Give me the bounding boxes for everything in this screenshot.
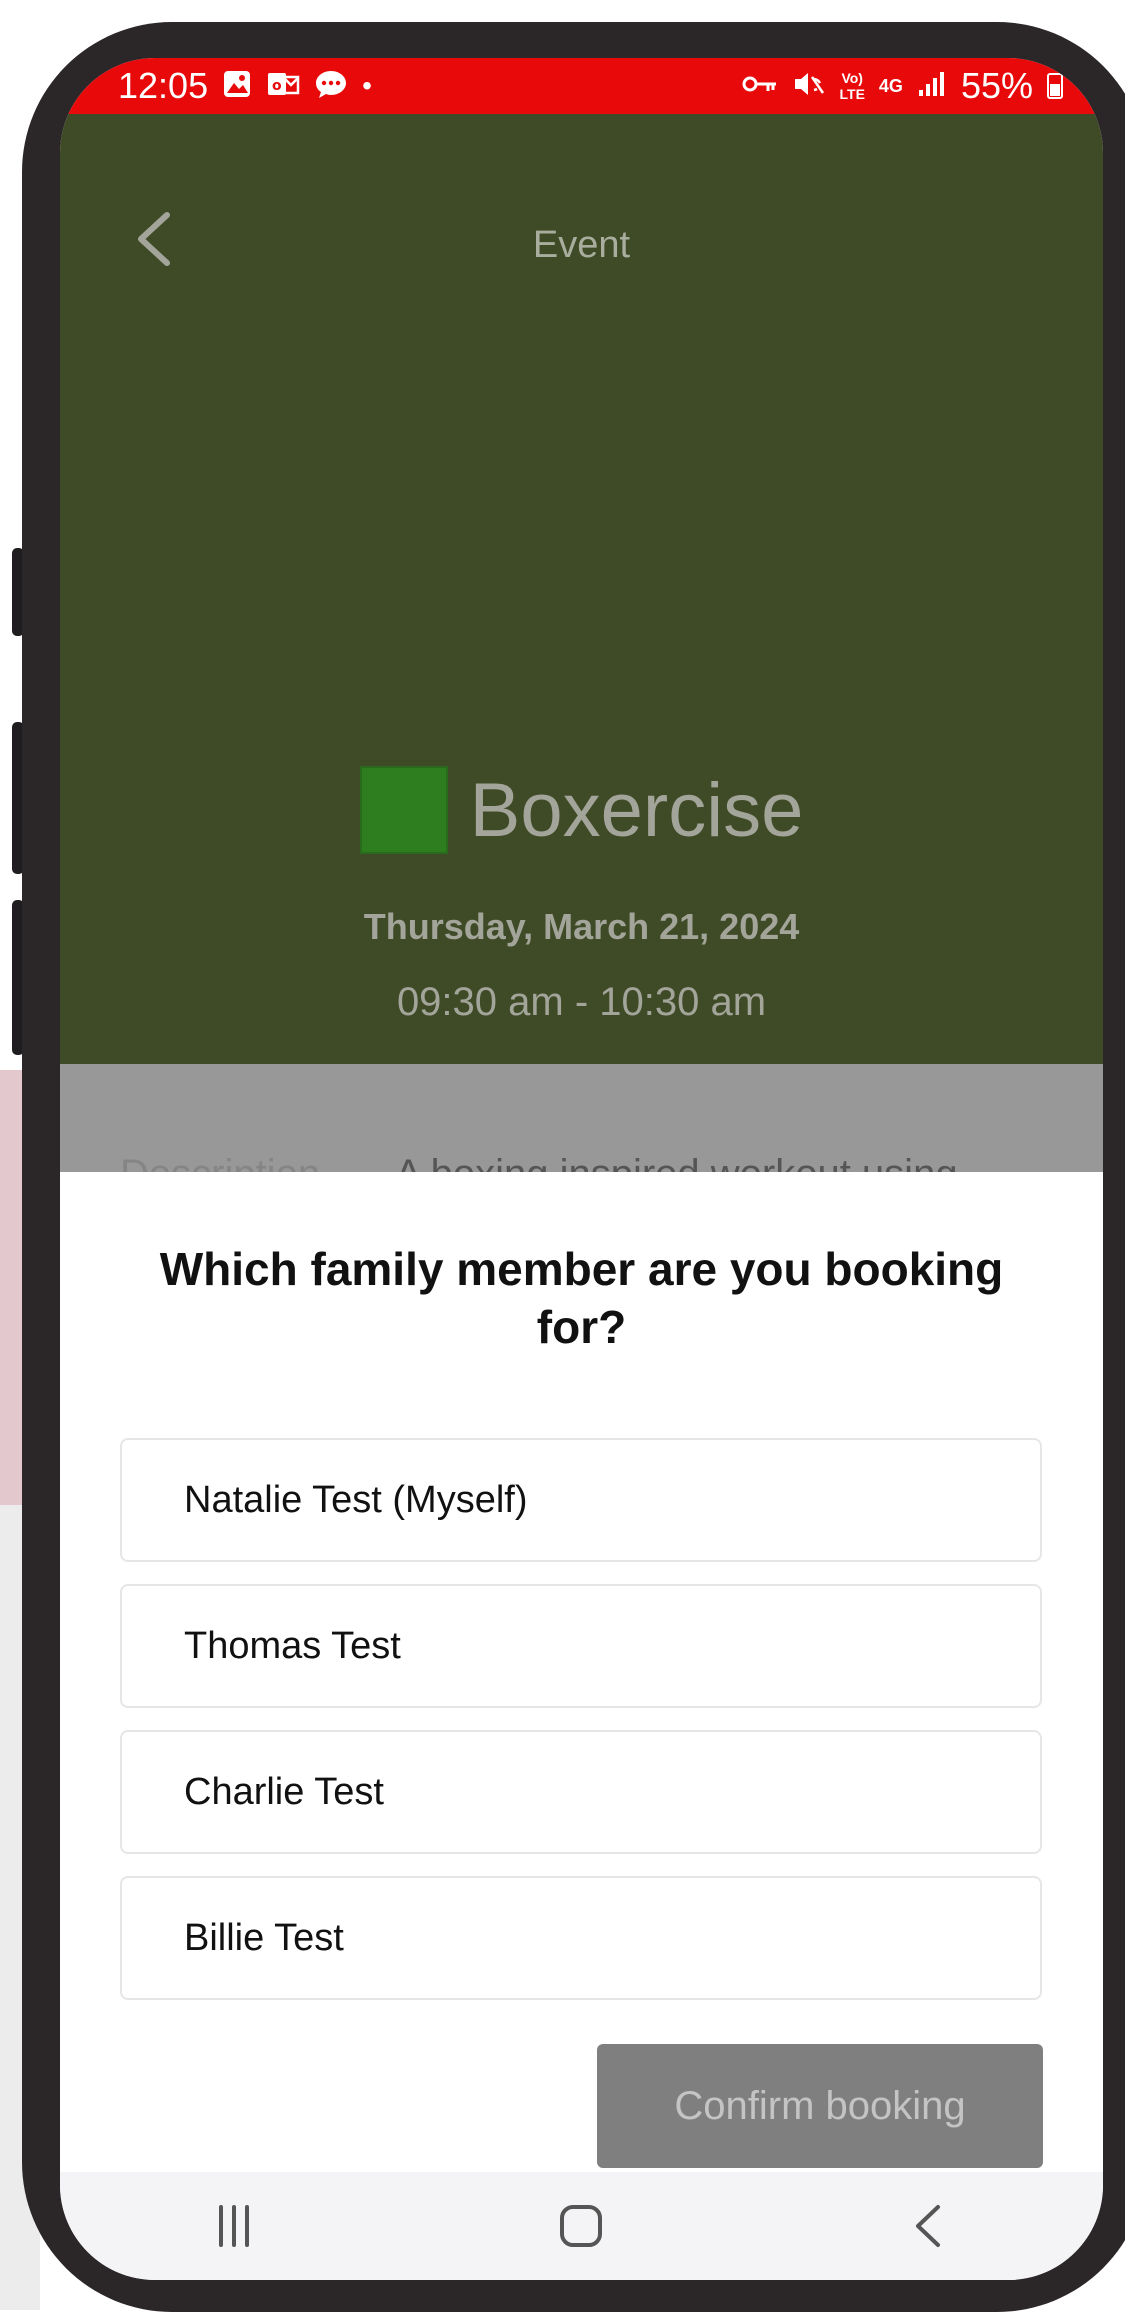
- phone-screen: 12:05 o • Vo) LTE 4G 55% Event Boxercise…: [60, 58, 1103, 2280]
- option-label: Thomas Test: [184, 1624, 401, 1667]
- nav-back-button[interactable]: [889, 2196, 969, 2256]
- svg-text:o: o: [272, 78, 282, 94]
- event-header: Event Boxercise Thursday, March 21, 2024…: [60, 114, 1103, 1064]
- description-section: Description A boxing inspired workout us…: [60, 1064, 1103, 1172]
- family-member-option[interactable]: Charlie Test: [120, 1730, 1042, 1854]
- signal-icon: [917, 70, 947, 103]
- option-label: Billie Test: [184, 1916, 344, 1959]
- event-color-swatch: [359, 766, 448, 854]
- home-icon: [560, 2205, 603, 2247]
- volte-label: Vo) LTE: [839, 70, 865, 102]
- description-label: Description: [120, 1152, 320, 1172]
- mute-icon: [792, 69, 826, 104]
- family-member-option[interactable]: Billie Test: [120, 1876, 1042, 2000]
- event-date: Thursday, March 21, 2024: [363, 906, 800, 947]
- option-label: Natalie Test (Myself): [184, 1478, 528, 1521]
- battery-percent: 55%: [960, 65, 1033, 106]
- system-nav-bar: [60, 2172, 1103, 2280]
- sheet-title: Which family member are you booking for?: [159, 1243, 1004, 1353]
- vpn-key-icon: [742, 72, 778, 100]
- description-text: A boxing inspired workout using: [395, 1152, 958, 1172]
- notification-dot: •: [362, 70, 372, 101]
- back-icon: [916, 2205, 941, 2247]
- message-icon: [314, 68, 348, 105]
- confirm-booking-button[interactable]: Confirm booking: [597, 2044, 1043, 2168]
- page-title: Event: [532, 224, 631, 266]
- option-label: Charlie Test: [184, 1770, 384, 1813]
- recents-icon: [218, 2205, 249, 2247]
- family-member-sheet: Which family member are you booking for?…: [60, 1172, 1103, 2172]
- status-bar: 12:05 o • Vo) LTE 4G 55%: [60, 58, 1103, 114]
- status-time: 12:05: [118, 65, 209, 106]
- family-member-option[interactable]: Natalie Test (Myself): [120, 1438, 1042, 1562]
- event-time: 09:30 am - 10:30 am: [396, 980, 767, 1024]
- network-type: 4G: [878, 76, 903, 96]
- event-name: Boxercise: [469, 767, 804, 853]
- recents-button[interactable]: [194, 2196, 274, 2256]
- family-member-option[interactable]: Thomas Test: [120, 1584, 1042, 1708]
- event-title-row: Boxercise: [60, 766, 1103, 854]
- gallery-icon: [222, 69, 252, 104]
- home-button[interactable]: [541, 2196, 621, 2256]
- outlook-icon: o: [266, 69, 300, 104]
- battery-icon: [1047, 73, 1063, 99]
